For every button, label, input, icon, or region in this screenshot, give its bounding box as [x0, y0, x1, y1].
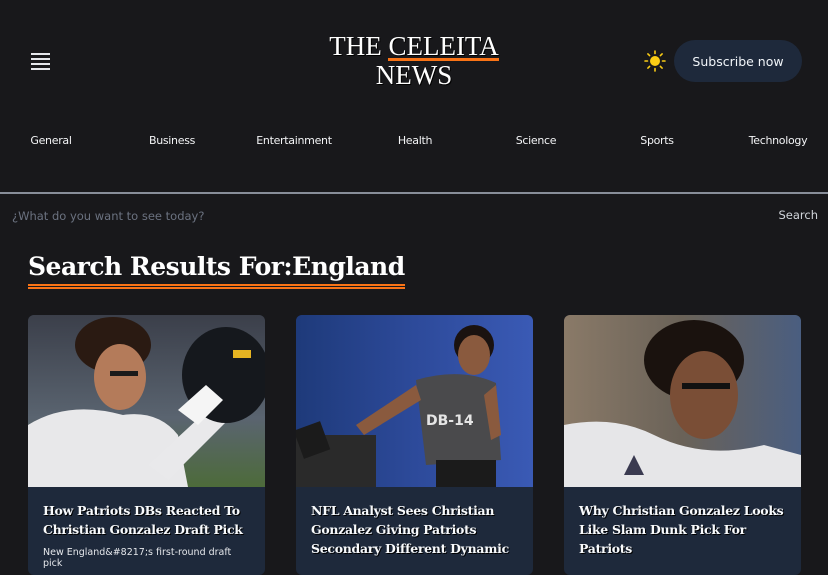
article-card[interactable]: How Patriots DBs Reacted To Christian Go… — [28, 315, 265, 575]
nav-item-entertainment[interactable]: Entertainment — [256, 134, 332, 147]
logo-celeita: CELEITA — [388, 31, 499, 61]
sun-icon[interactable] — [644, 50, 666, 72]
search-button[interactable]: Search — [778, 208, 818, 222]
logo-the: THE — [329, 31, 389, 61]
subscribe-button[interactable]: Subscribe now — [674, 40, 802, 82]
search-results-title: Search Results For:England — [28, 250, 405, 289]
article-excerpt: New England&#8217;s first-round draft pi… — [43, 547, 232, 569]
nav-item-health[interactable]: Health — [398, 134, 433, 147]
category-nav: General Business Entertainment Health Sc… — [0, 134, 828, 154]
nav-item-sports[interactable]: Sports — [640, 134, 674, 147]
article-image — [564, 315, 801, 487]
nav-item-business[interactable]: Business — [149, 134, 195, 147]
header-divider — [0, 192, 828, 194]
article-title[interactable]: NFL Analyst Sees Christian Gonzalez Givi… — [311, 501, 518, 558]
nav-item-general[interactable]: General — [30, 134, 72, 147]
article-card[interactable]: Why Christian Gonzalez Looks Like Slam D… — [564, 315, 801, 575]
search-input[interactable] — [12, 206, 712, 226]
article-title[interactable]: How Patriots DBs Reacted To Christian Go… — [43, 501, 250, 539]
article-title[interactable]: Why Christian Gonzalez Looks Like Slam D… — [579, 501, 786, 558]
article-card[interactable]: DB-14 NFL Analyst Sees Christian Gonzale… — [296, 315, 533, 575]
nav-item-science[interactable]: Science — [516, 134, 557, 147]
article-image: DB-14 — [296, 315, 533, 487]
site-header: THE CELEITA NEWS Subscribe now — [0, 0, 828, 120]
article-image — [28, 315, 265, 487]
nav-item-technology[interactable]: Technology — [749, 134, 808, 147]
svg-text:DB-14: DB-14 — [426, 413, 474, 429]
